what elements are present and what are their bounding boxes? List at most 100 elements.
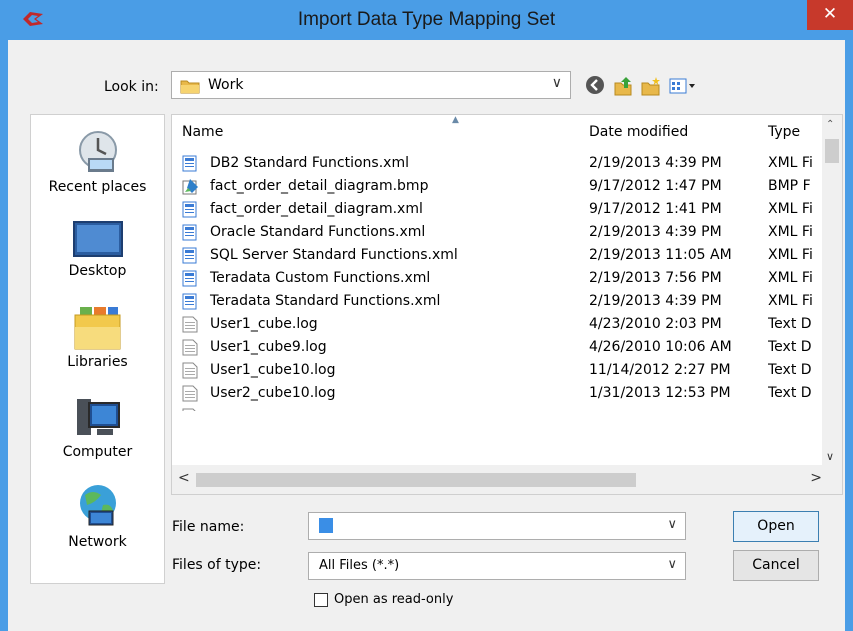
file-type-cell: XML Fi	[768, 224, 813, 240]
vertical-scrollbar[interactable]: ⌃ ∨	[822, 115, 842, 465]
back-button[interactable]	[585, 75, 607, 97]
file-name-label: File name:	[172, 519, 245, 535]
file-type-cell: XML Fi	[768, 270, 813, 286]
file-date-cell: 9/17/2012 1:47 PM	[589, 178, 722, 194]
file-type-cell: Text D	[768, 385, 812, 401]
window-frame-left	[0, 40, 8, 631]
up-folder-icon	[614, 77, 632, 96]
places-bar: Recent places Desktop Libraries Computer	[30, 114, 165, 584]
file-row[interactable]: User1_cube9.log 4/26/2010 10:06 AM Text D	[172, 336, 822, 359]
back-arrow-icon	[586, 76, 604, 94]
read-only-checkbox[interactable]	[314, 593, 328, 607]
sort-ascending-icon: ▲	[452, 115, 459, 125]
file-type-label: Files of type:	[172, 557, 262, 573]
new-folder-icon	[641, 77, 660, 96]
text-file-icon	[182, 408, 198, 411]
place-desktop[interactable]: Desktop	[31, 220, 164, 279]
place-label: Libraries	[67, 354, 128, 370]
new-folder-button[interactable]	[640, 75, 662, 97]
file-date-cell: 2/19/2013 11:05 AM	[589, 247, 732, 263]
file-type-cell: Text D	[768, 316, 812, 332]
column-header-name[interactable]: Name	[182, 115, 582, 149]
view-menu-button[interactable]	[668, 75, 700, 97]
column-header-type[interactable]: Type	[768, 115, 818, 149]
chevron-down-icon: ∨	[667, 557, 677, 572]
file-name-cell: User1_cube.log	[210, 316, 318, 332]
file-date-cell: 9/17/2012 1:41 PM	[589, 201, 722, 217]
horizontal-scrollbar[interactable]: < >	[172, 465, 842, 494]
place-libraries[interactable]: Libraries	[31, 305, 164, 370]
file-type-cell: XML Fi	[768, 293, 813, 309]
file-row[interactable]: User2_cube10.log 1/31/2013 12:53 PM Text D	[172, 382, 822, 405]
chevron-down-icon: ∨	[551, 75, 562, 91]
file-name-cell: DB2 Standard Functions.xml	[210, 155, 409, 171]
place-label: Network	[68, 534, 127, 550]
file-name-cell: fact_order_detail_diagram.bmp	[210, 178, 429, 194]
file-date-cell: 4/26/2010 10:06 AM	[589, 339, 732, 355]
file-row[interactable]: Teradata Standard Functions.xml 2/19/2013…	[172, 290, 822, 313]
chevron-down-icon[interactable]: ∨	[667, 517, 677, 532]
file-type-cell: XML Fi	[768, 155, 813, 171]
folder-icon	[180, 78, 200, 98]
look-in-value: Work	[208, 77, 244, 93]
place-label: Computer	[62, 444, 133, 460]
file-name-cell: SQL Server Standard Functions.xml	[210, 247, 458, 263]
place-recent-places[interactable]: Recent places	[31, 128, 164, 195]
close-icon: ✕	[822, 4, 838, 24]
file-name-cell: User1_cube9.log	[210, 339, 327, 355]
file-date-cell: 11/14/2012 2:27 PM	[589, 362, 731, 378]
file-name-cell: fact_order_detail_diagram.xml	[210, 201, 423, 217]
file-date-cell: 4/23/2010 2:03 PM	[589, 316, 722, 332]
read-only-label[interactable]: Open as read-only	[334, 592, 453, 607]
scroll-right-icon[interactable]: >	[810, 470, 822, 486]
scroll-down-icon[interactable]: ∨	[826, 450, 834, 463]
up-folder-button[interactable]	[613, 75, 635, 97]
file-type-cell: XML Fi	[768, 201, 813, 217]
file-row-partial	[172, 405, 822, 411]
place-label: Desktop	[68, 263, 127, 279]
desktop-icon	[72, 221, 123, 257]
look-in-dropdown[interactable]: Work ∨	[171, 71, 571, 99]
scroll-left-icon[interactable]: <	[178, 470, 190, 486]
file-list: Name ▲ Date modified Type DB2 Standard F…	[171, 114, 843, 495]
file-date-cell: 2/19/2013 4:39 PM	[589, 224, 722, 240]
file-type-cell: Text D	[768, 362, 812, 378]
file-name-cell: User2_cube10.log	[210, 385, 336, 401]
column-header-date[interactable]: Date modified	[589, 115, 759, 149]
recent-places-icon	[78, 131, 117, 172]
scroll-up-icon[interactable]: ⌃	[826, 119, 834, 130]
file-name-cell: User1_cube10.log	[210, 362, 336, 378]
vertical-scroll-thumb[interactable]	[825, 139, 839, 163]
look-in-label: Look in:	[104, 79, 159, 95]
network-icon	[79, 485, 116, 526]
file-row[interactable]: User1_cube.log 4/23/2010 2:03 PM Text D	[172, 313, 822, 336]
file-name-cell: Teradata Custom Functions.xml	[210, 270, 431, 286]
window-frame-right	[845, 40, 853, 631]
file-row[interactable]: DB2 Standard Functions.xml 2/19/2013 4:39…	[172, 152, 822, 175]
file-name-cell: Oracle Standard Functions.xml	[210, 224, 426, 240]
file-date-cell: 2/19/2013 4:39 PM	[589, 293, 722, 309]
file-name-input[interactable]: ∨	[308, 512, 686, 540]
file-row[interactable]: User1_cube10.log 11/14/2012 2:27 PM Text D	[172, 359, 822, 382]
file-date-cell: 1/31/2013 12:53 PM	[589, 385, 731, 401]
file-date-cell: 2/19/2013 7:56 PM	[589, 270, 722, 286]
file-type-cell: Text D	[768, 339, 812, 355]
place-network[interactable]: Network	[31, 483, 164, 550]
file-type-dropdown[interactable]: All Files (*.*) ∨	[308, 552, 686, 580]
close-button[interactable]: ✕	[807, 0, 853, 30]
cancel-button[interactable]: Cancel	[733, 550, 819, 581]
libraries-icon	[74, 307, 120, 350]
file-row[interactable]: Teradata Custom Functions.xml 2/19/2013 7…	[172, 267, 822, 290]
file-row[interactable]: Oracle Standard Functions.xml 2/19/2013 4…	[172, 221, 822, 244]
view-menu-icon	[669, 78, 695, 94]
text-cursor-selection	[319, 518, 333, 533]
file-name-cell: Teradata Standard Functions.xml	[210, 293, 441, 309]
horizontal-scroll-thumb[interactable]	[196, 473, 636, 487]
open-button[interactable]: Open	[733, 511, 819, 542]
window-title: Import Data Type Mapping Set	[297, 9, 556, 30]
file-row[interactable]: fact_order_detail_diagram.bmp 9/17/2012 1…	[172, 175, 822, 198]
file-row[interactable]: SQL Server Standard Functions.xml 2/19/20…	[172, 244, 822, 267]
place-computer[interactable]: Computer	[31, 397, 164, 460]
file-row[interactable]: fact_order_detail_diagram.xml 9/17/2012 1…	[172, 198, 822, 221]
file-type-cell: XML Fi	[768, 247, 813, 263]
